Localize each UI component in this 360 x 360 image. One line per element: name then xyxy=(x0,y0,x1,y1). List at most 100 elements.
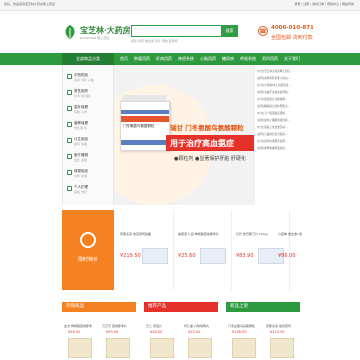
product-price: ¥219.50 xyxy=(270,330,285,334)
section-product[interactable]: 同仁堂 六味地黄丸 ¥25.00 xyxy=(182,314,218,360)
product-name: 同仁堂 六味地黄丸 xyxy=(184,324,209,328)
product-image xyxy=(200,248,226,264)
special-offers: 限时特价 安斯泰来 他克莫司胶囊 ¥219.50 迪赛诺 仁和 枸橼酸西地那非片… xyxy=(62,210,302,290)
phone-icon: ☎ xyxy=(258,26,268,36)
news-item[interactable]: [公告]五一假期发货通知… xyxy=(257,111,299,115)
news-item[interactable]: [公告]全场满99元包邮活动… xyxy=(257,83,299,87)
section-product[interactable]: 汇仁 肾宝片 ¥58.00 xyxy=(144,314,180,360)
news-item[interactable]: [资讯]儿童用药安全指南… xyxy=(257,132,299,136)
search-button[interactable]: 搜索 xyxy=(221,25,238,37)
hot-words[interactable]: 感冒 胃药 维生素 钙片 阿胶 避孕套 xyxy=(131,39,178,43)
herb-icon xyxy=(67,106,72,111)
nav-item[interactable]: 神经系统 xyxy=(178,53,194,65)
main-nav: 全部商品分类 首页 肿瘤用药 肝病用药 神经系统 心脑用药 糖尿病 呼吸系统 男… xyxy=(0,53,360,65)
site-logo[interactable]: 宝芝林·大药房 BAOZHILIN 网上药店 xyxy=(62,22,140,44)
sidebar-item-sub: 美容 洗护 xyxy=(74,190,87,194)
care-icon xyxy=(67,186,72,191)
nav-item[interactable]: 肝病用药 xyxy=(156,53,172,65)
sidebar-item-sub: 维生素 钙 xyxy=(74,126,87,130)
welcome-text: 您好，欢迎来到宝芝林大药房网上药店 xyxy=(4,2,56,6)
nav-item[interactable]: 关于我们 xyxy=(284,53,300,65)
offer-product[interactable]: 迪赛诺 仁和 枸橼酸西地那非片 ¥25.60 xyxy=(174,210,232,290)
sidebar-item[interactable]: 滋补保健 阿胶 人参 xyxy=(67,105,111,115)
sidebar-item[interactable]: 计生用品 避孕 情趣 xyxy=(67,137,111,147)
product-name: 安斯泰来 他克莫司 xyxy=(266,324,291,328)
sidebar-item[interactable]: 中西药品 感冒 消化 心脑 xyxy=(67,73,111,83)
section-title[interactable]: 热销商品 xyxy=(62,302,136,312)
section-title[interactable]: 推荐产品 xyxy=(144,302,218,312)
product-image xyxy=(188,338,212,358)
nav-item[interactable]: 男科用药 xyxy=(262,53,278,65)
clock-icon xyxy=(80,232,96,248)
section-product[interactable]: 万艾可 西地那非片 ¥99.00 xyxy=(100,314,136,360)
section-title[interactable]: 新品上架 xyxy=(226,302,300,312)
sidebar-item-sub: 阿胶 人参 xyxy=(74,110,87,114)
logo-name: 宝芝林·大药房 xyxy=(80,25,131,35)
section-new: 新品上架 门冬氨酸鸟氨酸颗粒 ¥108.00 安斯泰来 他克莫司 ¥219.50 xyxy=(226,302,300,360)
hero-banner[interactable]: 门冬氨酸鸟氨酸颗粒 瑞甘 门冬氨酸鸟氨酸颗粒 用于治疗高血氨症 ●颗粒剂 ●显著… xyxy=(114,65,254,205)
phone-sub: 全国包邮 货到付款 xyxy=(271,35,313,41)
news-item[interactable]: [资讯]糖尿病日常护理要点… xyxy=(257,104,299,108)
banner-headline: 瑞甘 门冬氨酸鸟氨酸颗粒 xyxy=(170,124,244,132)
pill-icon xyxy=(67,74,72,79)
news-list: [公告]宝芝林大药房网上药店… [资讯]春季养肝护肝小常识… [公告]全场满99… xyxy=(254,65,300,205)
product-image xyxy=(232,338,256,358)
male-icon xyxy=(67,90,72,95)
sidebar-item[interactable]: 男性用药 补肾 前列腺 xyxy=(67,89,111,99)
news-item[interactable]: [公告]货到付款服务说明… xyxy=(257,139,299,143)
section-product[interactable]: 金戈 枸橼酸西地那非 ¥56.50 xyxy=(62,314,98,360)
news-item[interactable]: [公告]新品上架优惠活动… xyxy=(257,125,299,129)
news-item[interactable]: [资讯]夏季防暑降温知识… xyxy=(257,146,299,150)
banner-red-text: 用于治疗高血氨症 xyxy=(170,139,234,148)
sidebar-item[interactable]: 营养保健 维生素 钙 xyxy=(67,121,111,131)
sidebar-item-sub: 避孕 情趣 xyxy=(74,142,87,146)
product-price: ¥219.50 xyxy=(120,253,141,259)
search-box: 搜索 xyxy=(131,25,238,45)
nav-item[interactable]: 心脑用药 xyxy=(200,53,216,65)
sidebar-item-sub: 感冒 消化 心脑 xyxy=(74,78,94,82)
product-image xyxy=(270,338,294,358)
baby-icon xyxy=(67,170,72,175)
offer-product[interactable]: 安斯泰来 他克莫司胶囊 ¥219.50 xyxy=(116,210,174,290)
sidebar-item[interactable]: 母婴用品 奶粉 护理 xyxy=(67,169,111,179)
top-links[interactable]: 登录 | 注册 | 我的订单 | 帮助中心 | 网站导航 xyxy=(294,2,354,6)
product-price: ¥25.00 xyxy=(188,330,201,334)
news-item[interactable]: [公告]宝芝林大药房网上药店… xyxy=(257,69,299,73)
product-box-text: 门冬氨酸鸟氨酸颗粒 xyxy=(123,124,155,128)
bottle-icon xyxy=(67,122,72,127)
offers-tag: 限时特价 xyxy=(62,210,114,290)
product-image xyxy=(150,338,174,358)
section-product[interactable]: 门冬氨酸鸟氨酸颗粒 ¥108.00 xyxy=(226,314,262,360)
nav-item[interactable]: 呼吸系统 xyxy=(240,53,256,65)
device-icon xyxy=(67,154,72,159)
product-price: ¥83.90 xyxy=(236,253,254,259)
nav-item[interactable]: 首页 xyxy=(120,53,128,65)
nav-item[interactable]: 糖尿病 xyxy=(222,53,234,65)
product-name: 金戈 枸橼酸西地那非 xyxy=(64,324,92,328)
section-product[interactable]: 安斯泰来 他克莫司 ¥219.50 xyxy=(264,314,300,360)
product-name: 门冬氨酸鸟氨酸颗粒 xyxy=(228,324,256,328)
news-item[interactable]: [公告]会员积分兑换规则… xyxy=(257,97,299,101)
heart-icon xyxy=(67,138,72,143)
product-image xyxy=(68,338,92,358)
category-sidebar: 中西药品 感冒 消化 心脑 男性用药 补肾 前列腺 滋补保健 阿胶 人参 营养保… xyxy=(62,65,114,205)
all-categories-button[interactable]: 全部商品分类 xyxy=(62,53,114,65)
product-name: 万艾可 西地那非片 xyxy=(102,324,127,328)
sidebar-item[interactable]: 医疗器械 血压 血糖 xyxy=(67,153,111,163)
nav-item[interactable]: 肿瘤用药 xyxy=(134,53,150,65)
sidebar-item[interactable]: 个人护理 美容 洗护 xyxy=(67,185,111,195)
product-price: ¥86.00 xyxy=(278,253,296,259)
product-image xyxy=(106,338,130,358)
carousel-dots[interactable] xyxy=(166,195,206,200)
phone-number: 4006-010-871 xyxy=(271,25,314,31)
product-price: ¥56.50 xyxy=(68,330,81,334)
news-item[interactable]: [资讯]高血压患者饮食须知… xyxy=(257,90,299,94)
hotline: ☎ 4006-010-871 全国包邮 货到付款 xyxy=(258,24,338,44)
news-item[interactable]: [资讯]春季养肝护肝小常识… xyxy=(257,76,299,80)
product-name: 迪赛诺 仁和 枸橼酸西地那非片 xyxy=(178,232,219,236)
offer-product[interactable]: 力度伸 维生素C泡腾片 ¥86.00 xyxy=(274,210,302,290)
product-price: ¥25.60 xyxy=(178,253,196,259)
banner-features: ●颗粒剂 ●显著保护肝脏 肝硬化 xyxy=(174,156,246,162)
news-item[interactable]: [资讯]如何正确服用感冒药… xyxy=(257,118,299,122)
banner-red-bar: 用于治疗高血氨症 xyxy=(166,135,254,151)
